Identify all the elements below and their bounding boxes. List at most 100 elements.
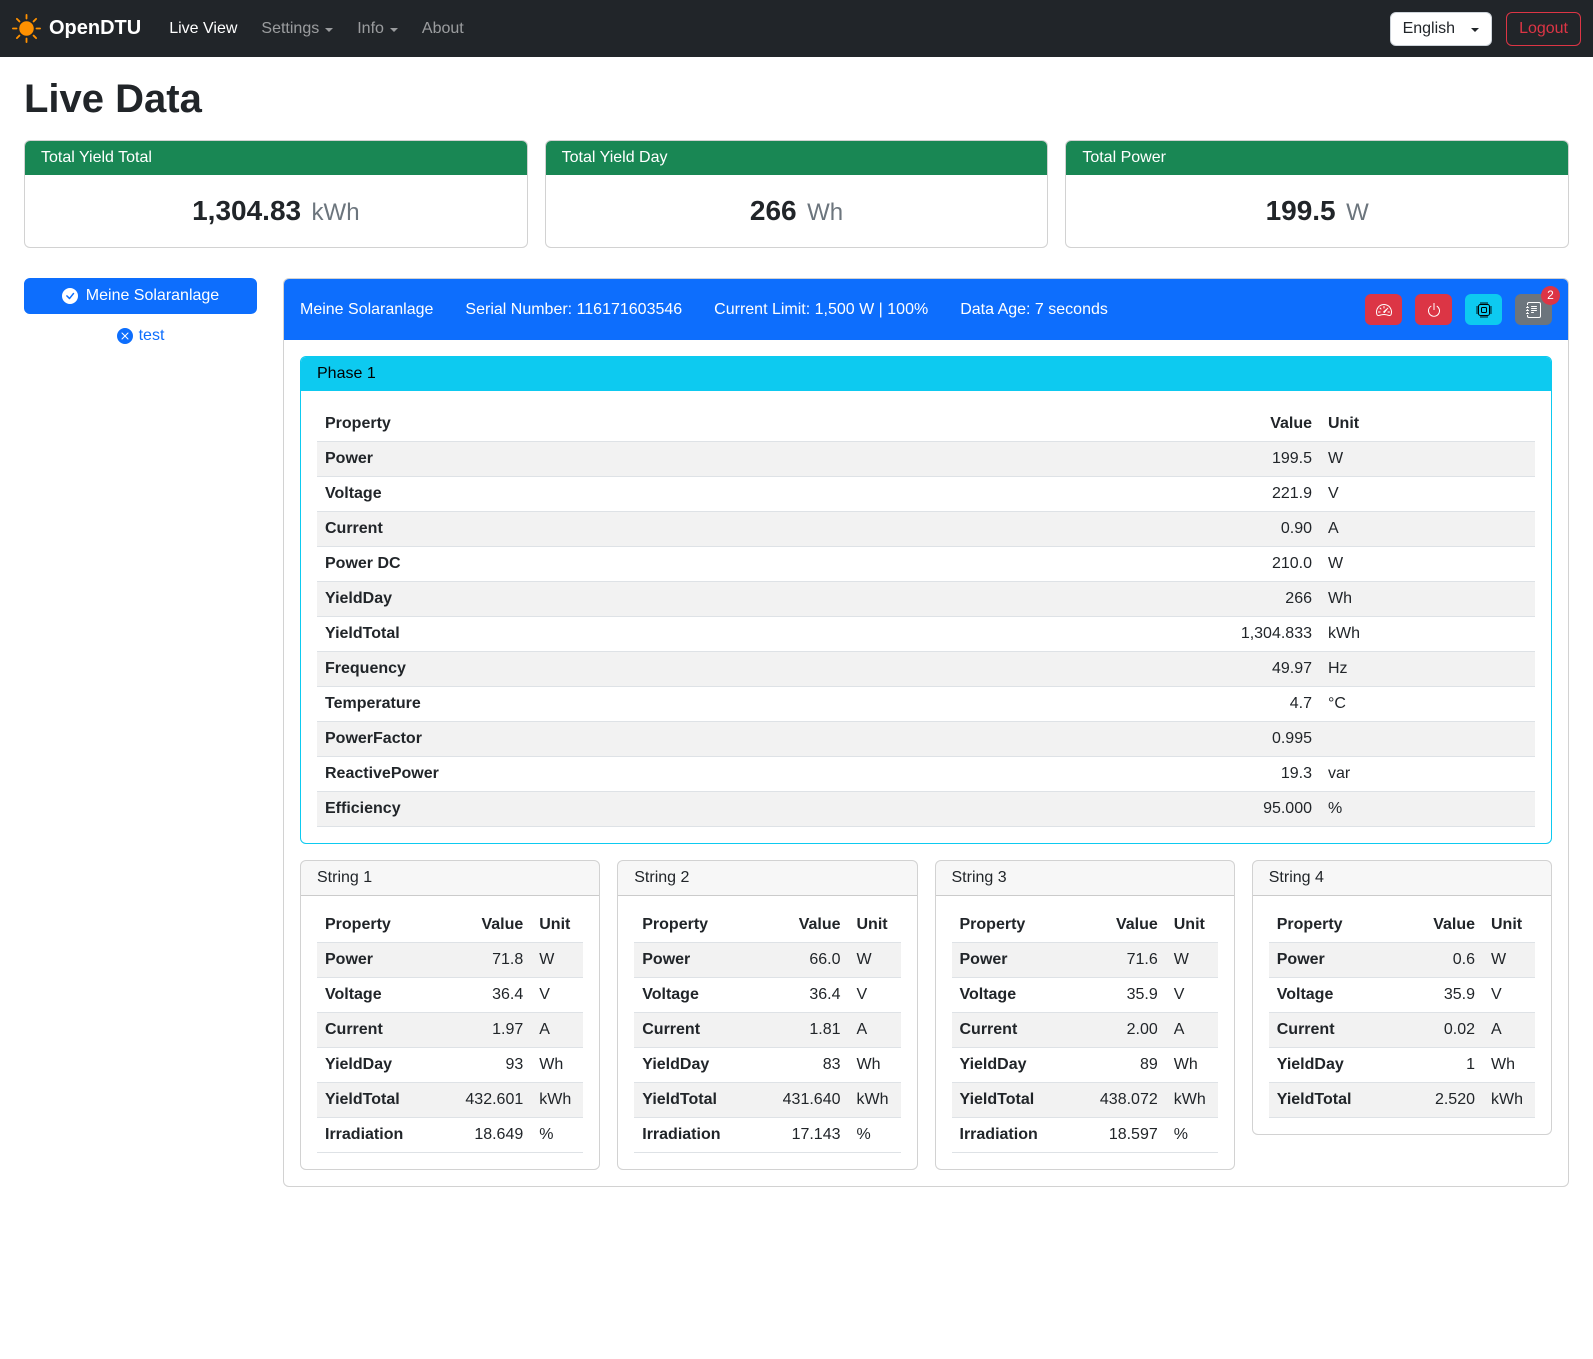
property-cell: Voltage — [952, 978, 1086, 1013]
sun-logo-icon — [12, 14, 41, 43]
nav-about[interactable]: About — [410, 12, 476, 46]
summary-card-body: 266 Wh — [546, 175, 1048, 247]
power-button[interactable] — [1415, 294, 1452, 325]
inverter-card-body: Phase 1 Property Value Unit — [284, 340, 1568, 1186]
summary-card-body: 1,304.83 kWh — [25, 175, 527, 247]
unit-cell: Wh — [1166, 1048, 1218, 1083]
value-cell: 2.520 — [1403, 1083, 1483, 1118]
value-cell: 0.90 — [1150, 512, 1320, 547]
column-header-property: Property — [317, 407, 1150, 442]
table-row: Irradiation17.143% — [634, 1118, 900, 1153]
column-header-unit: Unit — [1483, 908, 1535, 943]
value-cell: 4.7 — [1150, 687, 1320, 722]
string-body: Property Value Unit Power0.6WVoltage35.9… — [1253, 896, 1551, 1134]
string-card: String 2 Property Value Unit Power66.0WV… — [617, 860, 917, 1170]
string-card: String 4 Property Value Unit Power0.6WVo… — [1252, 860, 1552, 1135]
nav-live-view[interactable]: Live View — [157, 12, 249, 46]
string-body: Property Value Unit Power66.0WVoltage36.… — [618, 896, 916, 1169]
string-title: String 1 — [301, 861, 599, 896]
inverter-select-button[interactable]: Meine Solaranlage — [24, 278, 257, 314]
property-cell: YieldDay — [317, 1048, 451, 1083]
limit-settings-button[interactable] — [1365, 294, 1402, 325]
column-header-value: Value — [1150, 407, 1320, 442]
language-select-value: English — [1403, 20, 1455, 38]
value-cell: 93 — [451, 1048, 531, 1083]
string-card: String 1 Property Value Unit Power71.8WV… — [300, 860, 600, 1170]
table-row: Current2.00A — [952, 1013, 1218, 1048]
table-row: Voltage36.4V — [317, 978, 583, 1013]
property-cell: Efficiency — [317, 792, 1150, 827]
unit-cell: A — [1320, 512, 1535, 547]
language-select[interactable]: English — [1390, 12, 1492, 46]
brand[interactable]: OpenDTU — [12, 14, 141, 43]
table-row: YieldDay83Wh — [634, 1048, 900, 1083]
table-header-row: Property Value Unit — [317, 407, 1535, 442]
journal-icon — [1526, 302, 1542, 318]
phase-body: Property Value Unit Power199.5WVoltage22… — [301, 391, 1551, 843]
nav-settings[interactable]: Settings — [249, 12, 345, 46]
value-cell: 83 — [769, 1048, 849, 1083]
property-cell: Power — [317, 442, 1150, 477]
brand-label: OpenDTU — [49, 17, 141, 40]
power-icon — [1426, 302, 1442, 318]
sidebar-item-test-label: test — [139, 327, 165, 345]
property-cell: ReactivePower — [317, 757, 1150, 792]
value-cell: 18.649 — [451, 1118, 531, 1153]
table-row: YieldDay93Wh — [317, 1048, 583, 1083]
nav-info-label: Info — [357, 20, 384, 38]
string-table: Property Value Unit Power0.6WVoltage35.9… — [1269, 908, 1535, 1118]
unit-cell: % — [1320, 792, 1535, 827]
summary-card-unit: Wh — [807, 199, 843, 226]
unit-cell: W — [849, 943, 901, 978]
value-cell: 95.000 — [1150, 792, 1320, 827]
unit-cell: W — [1166, 943, 1218, 978]
sidebar-item-test[interactable]: test — [24, 327, 257, 345]
inverter-sidebar: Meine Solaranlage test — [24, 278, 257, 345]
value-cell: 432.601 — [451, 1083, 531, 1118]
property-cell: Frequency — [317, 652, 1150, 687]
unit-cell: V — [531, 978, 583, 1013]
unit-cell: W — [1320, 442, 1535, 477]
value-cell: 66.0 — [769, 943, 849, 978]
value-cell: 71.6 — [1086, 943, 1166, 978]
summary-card-value: 266 — [750, 195, 797, 226]
summary-card-total-yield-day: Total Yield Day 266 Wh — [545, 140, 1049, 248]
property-cell: Current — [1269, 1013, 1403, 1048]
unit-cell: V — [1320, 477, 1535, 512]
value-cell: 19.3 — [1150, 757, 1320, 792]
unit-cell: kWh — [849, 1083, 901, 1118]
inverter-name: Meine Solaranlage — [300, 301, 433, 319]
table-row: Power66.0W — [634, 943, 900, 978]
inverter-limit: Current Limit: 1,500 W | 100% — [714, 301, 928, 319]
device-info-button[interactable] — [1465, 294, 1502, 325]
table-row: Current1.97A — [317, 1013, 583, 1048]
unit-cell: % — [1166, 1118, 1218, 1153]
table-row: Irradiation18.597% — [952, 1118, 1218, 1153]
content-row: Meine Solaranlage test Meine Solaranlage… — [24, 278, 1569, 1215]
unit-cell: Wh — [1320, 582, 1535, 617]
property-cell: YieldDay — [952, 1048, 1086, 1083]
inverter-serial: Serial Number: 116171603546 — [465, 301, 682, 319]
event-log-button[interactable]: 2 — [1515, 294, 1552, 325]
unit-cell: Wh — [1483, 1048, 1535, 1083]
summary-card-title: Total Power — [1066, 141, 1568, 175]
property-cell: Irradiation — [952, 1118, 1086, 1153]
unit-cell: kWh — [1320, 617, 1535, 652]
inverter-select-label: Meine Solaranlage — [86, 287, 219, 305]
logout-button[interactable]: Logout — [1506, 12, 1581, 46]
nav-info[interactable]: Info — [345, 12, 410, 46]
inverter-data-age: Data Age: 7 seconds — [960, 301, 1108, 319]
table-row: YieldTotal2.520kWh — [1269, 1083, 1535, 1118]
property-cell: YieldTotal — [634, 1083, 768, 1118]
summary-card-title: Total Yield Total — [25, 141, 527, 175]
summary-card-title: Total Yield Day — [546, 141, 1048, 175]
property-cell: YieldTotal — [317, 1083, 451, 1118]
nav-live-view-label: Live View — [169, 20, 237, 38]
main-column: Meine Solaranlage Serial Number: 1161716… — [283, 278, 1569, 1187]
column-header-property: Property — [952, 908, 1086, 943]
unit-cell: Wh — [849, 1048, 901, 1083]
table-header-row: Property Value Unit — [1269, 908, 1535, 943]
inverter-actions: 2 — [1365, 294, 1552, 325]
property-cell: YieldDay — [1269, 1048, 1403, 1083]
table-row: PowerFactor0.995 — [317, 722, 1535, 757]
